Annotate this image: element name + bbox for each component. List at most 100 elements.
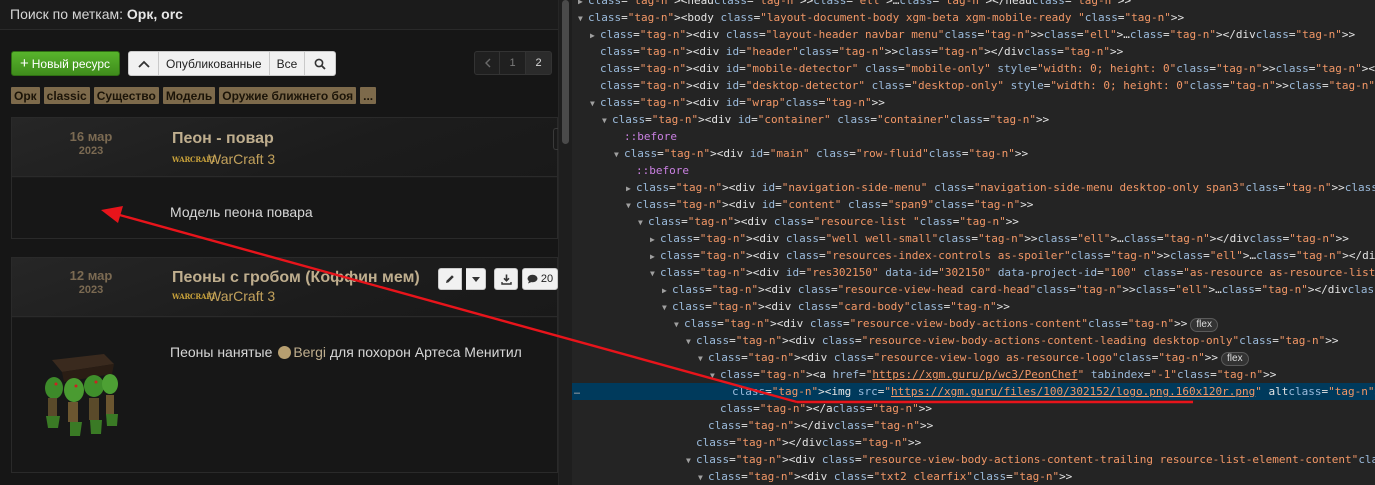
dom-node[interactable]: ▼ class="tag-n"><div id="content" class="… xyxy=(572,196,1375,213)
dom-node[interactable]: ▶ class="tag-n"><headclass="tag-n">>class… xyxy=(572,0,1375,9)
game-name: WarCraft 3 xyxy=(208,151,276,167)
published-filter-button[interactable]: Опубликованные xyxy=(159,51,270,76)
dom-node[interactable]: class="tag-n"><div id="mobile-detector" … xyxy=(572,60,1375,77)
resource-card-head: 16 мар 2023 Пеон - повар WARCRAFT WarCra… xyxy=(12,118,558,177)
resource-title[interactable]: Пеон - повар xyxy=(172,130,274,148)
edit-menu-button[interactable] xyxy=(466,268,486,290)
dom-node[interactable]: ▼ class="tag-n"><div class="txt2 clearfix… xyxy=(572,468,1375,485)
expanded-triangle-icon[interactable]: ▼ xyxy=(710,367,720,384)
search-prefix: Поиск по меткам: xyxy=(10,6,127,22)
dom-node[interactable]: ▼ class="tag-n"><body class="layout-docum… xyxy=(572,9,1375,26)
caret-down-icon xyxy=(471,276,480,282)
collapse-button[interactable] xyxy=(128,51,160,76)
dom-node[interactable]: ▶ class="tag-n"><div class="layout-header… xyxy=(572,26,1375,43)
all-filter-button[interactable]: Все xyxy=(269,51,306,76)
flex-badge[interactable]: flex xyxy=(1190,318,1218,332)
dom-node[interactable]: ▼ class="tag-n"><div class="card-body"cla… xyxy=(572,298,1375,315)
expanded-triangle-icon[interactable]: ▼ xyxy=(626,197,636,214)
dom-node[interactable]: ▶ class="tag-n"><div id="navigation-side-… xyxy=(572,179,1375,196)
dom-node[interactable]: ::before xyxy=(572,162,1375,179)
expanded-triangle-icon[interactable]: ▼ xyxy=(698,469,708,485)
dom-node[interactable]: ▶ class="tag-n"><div class="well well-sma… xyxy=(572,230,1375,247)
dom-node[interactable]: class="tag-n"><div id="desktop-detector"… xyxy=(572,77,1375,94)
dom-node[interactable]: ▶ class="tag-n"><div class="resource-view… xyxy=(572,281,1375,298)
user-icon xyxy=(278,346,292,359)
description-text-rest: для похорон Артеса Менитил xyxy=(326,344,522,360)
expanded-triangle-icon[interactable]: ▼ xyxy=(602,112,612,129)
tag-classic[interactable]: classic xyxy=(43,87,90,104)
warcraft-logo-icon: WARCRAFT xyxy=(172,154,217,164)
dom-node[interactable]: ::before xyxy=(572,128,1375,145)
dom-node[interactable]: class="tag-n"></divclass="tag-n">> xyxy=(572,417,1375,434)
resource-description: Пеоны нанятые Bergi для похорон Артеса М… xyxy=(170,344,522,360)
expanded-triangle-icon[interactable]: ▼ xyxy=(590,95,600,112)
dom-node[interactable]: ▼ class="tag-n"><div class="resource-view… xyxy=(572,451,1375,468)
dom-node[interactable]: ▼ class="tag-n"><div id="main" class="row… xyxy=(572,145,1375,162)
search-icon xyxy=(314,58,326,70)
game-link[interactable]: WARCRAFT WarCraft 3 xyxy=(172,288,275,304)
resource-card-head: 12 мар 2023 Пеоны с гробом (Коффин мем) … xyxy=(12,258,558,317)
dom-node[interactable]: ▼ class="tag-n"><div class="resource-view… xyxy=(572,349,1375,366)
expanded-triangle-icon[interactable]: ▼ xyxy=(674,316,684,333)
node-actions-icon[interactable]: … xyxy=(574,383,580,400)
dom-node[interactable]: class="tag-n"></divclass="tag-n">> xyxy=(572,434,1375,451)
comments-count: 20 xyxy=(540,273,554,285)
expanded-triangle-icon[interactable]: ▼ xyxy=(614,146,624,163)
flex-badge[interactable]: flex xyxy=(1221,352,1249,366)
tag-ork[interactable]: Орк xyxy=(11,87,40,104)
resource-toolbar: + Новый ресурс Опубликованные Все xyxy=(11,51,337,76)
dom-node[interactable]: ▼ class="tag-n"><div id="res302150" data-… xyxy=(572,264,1375,281)
collapsed-triangle-icon[interactable]: ▶ xyxy=(626,180,636,197)
date-year: 2023 xyxy=(78,145,104,157)
page-1-button[interactable]: 1 xyxy=(500,51,526,75)
prev-page-button[interactable] xyxy=(474,51,500,75)
resource-date: 16 мар 2023 xyxy=(12,129,170,157)
dom-node[interactable]: ▼ class="tag-n"><div class="resource-view… xyxy=(572,315,1375,332)
collapsed-triangle-icon[interactable]: ▶ xyxy=(590,27,600,44)
collapsed-triangle-icon[interactable]: ▶ xyxy=(662,282,672,299)
game-link[interactable]: WARCRAFT WarCraft 3 xyxy=(172,151,275,167)
expanded-triangle-icon[interactable]: ▼ xyxy=(686,452,696,469)
date-year: 2023 xyxy=(78,284,104,296)
website-scrollbar[interactable] xyxy=(558,0,572,485)
devtools-elements-panel: ▶ class="tag-n"><headclass="tag-n">>class… xyxy=(572,0,1375,485)
collapsed-triangle-icon[interactable]: ▶ xyxy=(650,231,660,248)
dom-node[interactable]: class="tag-n"><div id="header"class="tag… xyxy=(572,43,1375,60)
date-day: 16 мар xyxy=(69,129,113,144)
search-button[interactable] xyxy=(305,51,337,76)
expanded-triangle-icon[interactable]: ▼ xyxy=(638,214,648,231)
resource-logo-image[interactable] xyxy=(34,350,134,440)
dom-node[interactable]: ▼ class="tag-n"><div class="resource-list… xyxy=(572,213,1375,230)
dom-node[interactable]: ▼ class="tag-n"><div class="resource-view… xyxy=(572,332,1375,349)
download-button[interactable] xyxy=(494,268,518,290)
comments-button[interactable]: 20 xyxy=(522,268,558,290)
expanded-triangle-icon[interactable]: ▼ xyxy=(650,265,660,282)
tag-melee-weapon[interactable]: Оружие ближнего боя xyxy=(219,87,357,104)
filter-group: Опубликованные Все xyxy=(128,51,337,76)
dom-node[interactable]: class="tag-n"></aclass="tag-n">> xyxy=(572,400,1375,417)
resource-date: 12 мар 2023 xyxy=(12,268,170,296)
tag-model[interactable]: Модель xyxy=(162,87,216,104)
tag-list: Орк classic Существо Модель Оружие ближн… xyxy=(11,87,377,104)
resource-title[interactable]: Пеоны с гробом (Коффин мем) xyxy=(172,269,420,287)
dom-node[interactable]: ▼ class="tag-n"><div id="wrap"class="tag-… xyxy=(572,94,1375,111)
resource-actions: 20 xyxy=(438,268,558,290)
dom-node[interactable]: ▼ class="tag-n"><a href="https://xgm.guru… xyxy=(572,366,1375,383)
expanded-triangle-icon[interactable]: ▼ xyxy=(662,299,672,316)
expanded-triangle-icon[interactable]: ▼ xyxy=(686,333,696,350)
edit-button[interactable] xyxy=(438,268,462,290)
warcraft-logo-icon: WARCRAFT xyxy=(172,291,217,301)
expanded-triangle-icon[interactable]: ▼ xyxy=(698,350,708,367)
scrollbar-thumb[interactable] xyxy=(562,0,569,144)
page-2-button[interactable]: 2 xyxy=(526,51,552,75)
resource-description: Модель пеона повара xyxy=(170,204,313,220)
tag-creature[interactable]: Существо xyxy=(93,87,159,104)
user-link[interactable]: Bergi xyxy=(293,344,326,360)
tag-more[interactable]: ... xyxy=(360,87,377,104)
new-resource-button[interactable]: + Новый ресурс xyxy=(11,51,121,76)
collapsed-triangle-icon[interactable]: ▶ xyxy=(650,248,660,265)
dom-node[interactable]: ▶ class="tag-n"><div class="resources-ind… xyxy=(572,247,1375,264)
expanded-triangle-icon[interactable]: ▼ xyxy=(578,10,588,27)
dom-node[interactable]: ▼ class="tag-n"><div id="container" class… xyxy=(572,111,1375,128)
dom-node-selected[interactable]: … class="tag-n"><img src="https://xgm.gur… xyxy=(572,383,1375,400)
